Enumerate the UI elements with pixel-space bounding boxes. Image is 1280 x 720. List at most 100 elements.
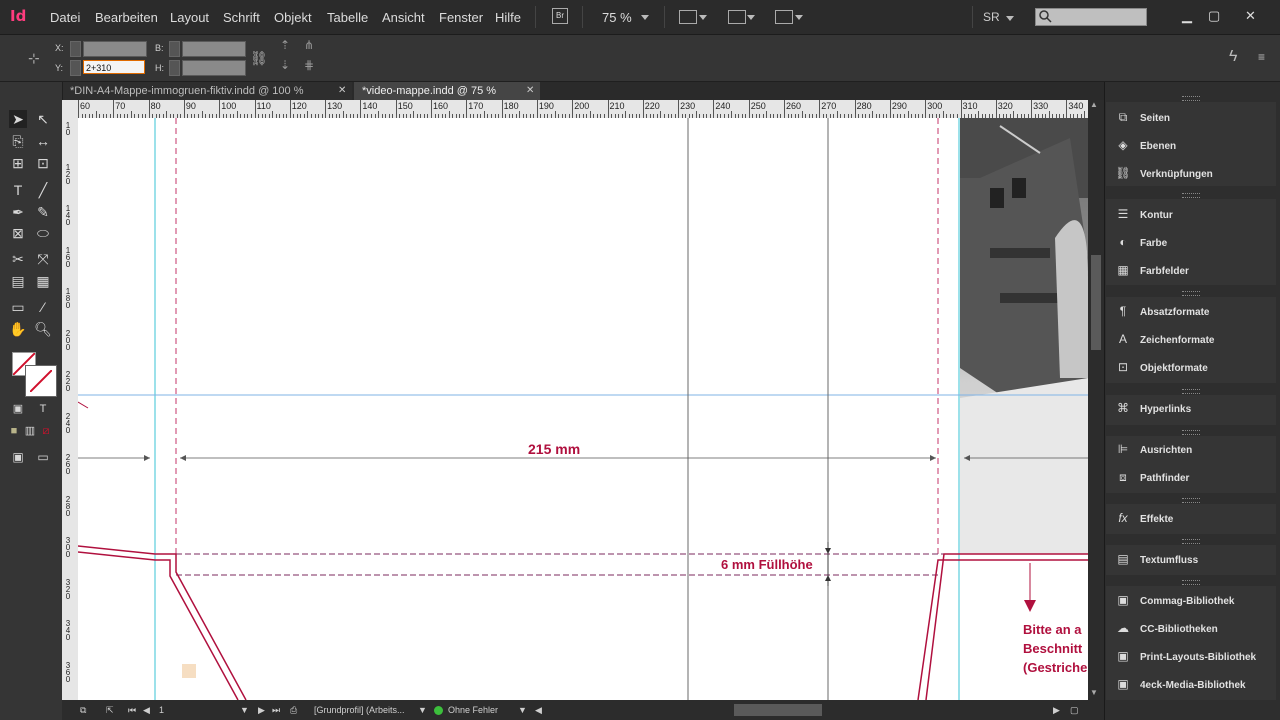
panel-4eck-media-bibliothek[interactable]: ▣ 4eck-Media-Bibliothek xyxy=(1114,674,1274,694)
panel-objektformate[interactable]: ⊡ Objektformate xyxy=(1114,357,1274,377)
hand-tool-icon[interactable]: ✋ xyxy=(9,320,27,338)
horizontal-ruler[interactable]: 60 70 80 90 100 110 120 130 140 150 160 170 180 190 20… xyxy=(62,100,1104,119)
chevron-down-icon[interactable] xyxy=(795,15,803,20)
scroll-up-icon[interactable]: ▲ xyxy=(1090,100,1098,109)
panel-farbe[interactable]: ◐ Farbe xyxy=(1114,232,1274,252)
panel-grip[interactable] xyxy=(1182,193,1200,198)
eyedropper-tool-icon[interactable]: ⁄ xyxy=(34,298,52,316)
panel-grip[interactable] xyxy=(1182,539,1200,544)
chevron-down-icon[interactable]: ▼ xyxy=(518,705,527,715)
view-options-icon[interactable] xyxy=(679,10,697,24)
panel-effekte[interactable]: fx Effekte xyxy=(1114,508,1274,528)
page-tool-icon[interactable]: ⎘ xyxy=(9,132,27,150)
next-page-icon[interactable]: ▶ xyxy=(258,705,265,716)
preflight-profile[interactable]: [Grundprofil] (Arbeits... xyxy=(314,705,405,715)
vertical-ruler[interactable]: 10 120 140 160 180 200 220 240 260 280 300 320 340 36… xyxy=(62,118,79,700)
x-field[interactable] xyxy=(83,41,147,57)
width-field[interactable] xyxy=(182,41,246,57)
height-field[interactable] xyxy=(182,60,246,76)
chevron-down-icon[interactable] xyxy=(699,15,707,20)
formatting-text-icon[interactable]: T xyxy=(34,400,52,418)
screen-mode-icon[interactable]: ▭ xyxy=(34,448,52,466)
ellipse-tool-icon[interactable]: ⬭ xyxy=(34,224,52,242)
apply-none-icon[interactable]: ⧄ xyxy=(37,422,55,440)
menu-objekt[interactable]: Objekt xyxy=(274,10,312,25)
panel-zeichenformate[interactable]: A Zeichenformate xyxy=(1114,329,1274,349)
normal-view-icon[interactable]: ▣ xyxy=(9,448,27,466)
menu-tabelle[interactable]: Tabelle xyxy=(327,10,368,25)
reference-point-icon[interactable]: ⊹ xyxy=(28,50,40,67)
menu-layout[interactable]: Layout xyxy=(170,10,209,25)
panel-grip[interactable] xyxy=(1182,498,1200,503)
document-canvas[interactable]: 215 mm 6 mm Füllhöhe Bitte an a Beschnit… xyxy=(78,118,1088,700)
panel-pathfinder[interactable]: ⧈ Pathfinder xyxy=(1114,467,1274,487)
direct-selection-tool-icon[interactable]: ↖ xyxy=(34,110,52,128)
width-stepper[interactable] xyxy=(169,41,180,57)
vertical-scroll-thumb[interactable] xyxy=(1091,255,1101,350)
horizontal-scroll-thumb[interactable] xyxy=(734,704,822,716)
panel-print-layouts-bibliothek[interactable]: ▣ Print-Layouts-Bibliothek xyxy=(1114,646,1274,666)
content-collector-icon[interactable]: ⊞ xyxy=(9,154,27,172)
panel-ebenen[interactable]: ◈ Ebenen xyxy=(1114,135,1274,155)
first-page-icon[interactable]: ⏮ xyxy=(128,705,136,716)
chevron-down-icon[interactable] xyxy=(747,15,755,20)
panel-grip[interactable] xyxy=(1182,430,1200,435)
menu-hilfe[interactable]: Hilfe xyxy=(495,10,521,25)
close-icon[interactable]: ✕ xyxy=(526,82,534,100)
menu-schrift[interactable]: Schrift xyxy=(223,10,260,25)
menu-datei[interactable]: Datei xyxy=(50,10,80,25)
type-tool-icon[interactable]: T xyxy=(9,181,27,199)
page-number[interactable]: 1 xyxy=(159,705,164,715)
quick-apply-icon[interactable]: ϟ xyxy=(1229,48,1237,66)
panel-kontur[interactable]: ☰ Kontur xyxy=(1114,204,1274,224)
panel-hyperlinks[interactable]: ⌘ Hyperlinks xyxy=(1114,398,1274,418)
panel-cc-bibliotheken[interactable]: ☁ CC-Bibliotheken xyxy=(1114,618,1274,638)
panel-grip[interactable] xyxy=(1182,580,1200,585)
constrain-proportions-icon[interactable]: ⛓ xyxy=(250,50,268,67)
panel-menu-icon[interactable]: ≡ xyxy=(1258,50,1265,64)
maximize-icon[interactable]: ▢ xyxy=(1208,8,1220,24)
close-icon[interactable]: ✕ xyxy=(1245,8,1256,24)
x-stepper[interactable] xyxy=(70,41,81,57)
note-tool-icon[interactable]: ▭ xyxy=(9,298,27,316)
scroll-left-icon[interactable]: ◀ xyxy=(535,705,542,716)
panel-commag-bibliothek[interactable]: ▣ Commag-Bibliothek xyxy=(1114,590,1274,610)
menu-bearbeiten[interactable]: Bearbeiten xyxy=(95,10,158,25)
selection-tool-icon[interactable]: ➤ xyxy=(9,110,27,128)
zoom-level[interactable]: 75 % xyxy=(602,10,632,25)
content-placer-icon[interactable]: ⊡ xyxy=(34,154,52,172)
workspace-switcher[interactable]: SR xyxy=(983,10,1000,24)
scroll-right-icon[interactable]: ▶ xyxy=(1053,705,1060,716)
arrange-documents-icon[interactable] xyxy=(775,10,793,24)
flip-vertical-icon[interactable]: ⇡ xyxy=(280,38,290,52)
panel-grip[interactable] xyxy=(1182,96,1200,101)
line-tool-icon[interactable]: ╱ xyxy=(34,181,52,199)
panel-grip[interactable] xyxy=(1182,389,1200,394)
scissors-tool-icon[interactable]: ✂ xyxy=(9,250,27,268)
pages-icon[interactable]: ⧉ xyxy=(80,705,86,716)
last-page-icon[interactable]: ⏭ xyxy=(272,705,280,716)
gradient-swatch-tool-icon[interactable]: ▤ xyxy=(9,272,27,290)
formatting-container-icon[interactable]: ▣ xyxy=(9,400,27,418)
screen-mode-icon[interactable] xyxy=(728,10,746,24)
zoom-tool-icon[interactable]: 🔍︎ xyxy=(34,320,52,338)
panel-verknuepfungen[interactable]: ⛓ Verknüpfungen xyxy=(1114,163,1274,183)
menu-fenster[interactable]: Fenster xyxy=(439,10,483,25)
bridge-button[interactable]: Br xyxy=(552,8,568,24)
y-field[interactable]: 2+310 xyxy=(83,60,145,74)
close-icon[interactable]: ✕ xyxy=(338,82,346,100)
rectangle-frame-tool-icon[interactable]: ⊠ xyxy=(9,224,27,242)
panel-ausrichten[interactable]: ⊫ Ausrichten xyxy=(1114,439,1274,459)
zoom-dropdown-icon[interactable] xyxy=(641,15,649,20)
vertical-scrollbar[interactable]: ▲ ▼ xyxy=(1088,100,1104,700)
chevron-down-icon[interactable]: ▼ xyxy=(418,705,427,715)
panel-grip[interactable] xyxy=(1182,291,1200,296)
select-content-icon[interactable]: ⋕ xyxy=(304,58,314,72)
flip-horizontal-icon[interactable]: ⇣ xyxy=(280,58,290,72)
open-page-icon[interactable]: ⇱ xyxy=(106,705,114,716)
gradient-feather-tool-icon[interactable]: ▦ xyxy=(34,272,52,290)
scroll-down-icon[interactable]: ▼ xyxy=(1090,688,1098,697)
page-dropdown-icon[interactable]: ▼ xyxy=(240,705,249,715)
pencil-tool-icon[interactable]: ✎ xyxy=(34,203,52,221)
gap-tool-icon[interactable]: ↔ xyxy=(34,132,52,150)
